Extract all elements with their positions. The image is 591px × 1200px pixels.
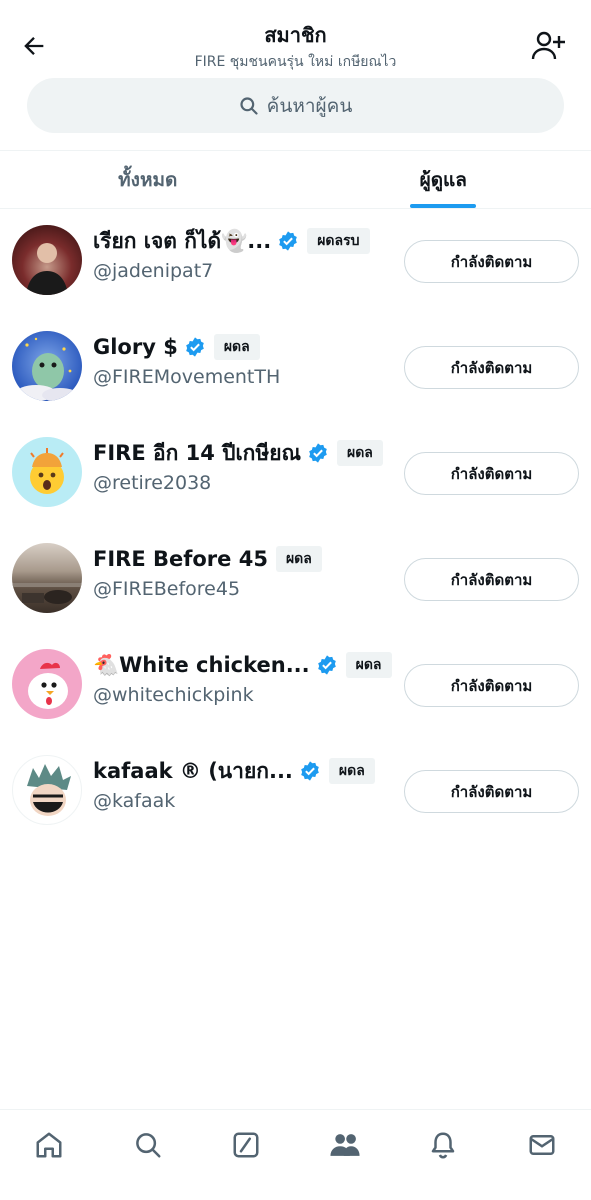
nav-explore[interactable]: [124, 1130, 172, 1178]
community-subtitle: FIRE ชุมชนคนรุ่น ใหม่ เกษียณไว: [194, 54, 397, 70]
member-handle: @FIREBefore45: [93, 578, 241, 600]
title-block: สมาชิก FIRE ชุมชนคนรุ่น ใหม่ เกษียณไว: [100, 20, 491, 72]
avatar[interactable]: [12, 543, 82, 613]
following-button[interactable]: กำลังติดตาม: [404, 664, 579, 707]
role-badge: ผดล: [328, 758, 375, 784]
member-name: kafaak ® (นายก...: [93, 758, 293, 783]
tab-moderators-label: ผู้ดูแล: [419, 168, 467, 191]
verified-badge-icon: [299, 760, 321, 782]
nav-compose[interactable]: [222, 1130, 270, 1178]
page-title: สมาชิก: [264, 23, 327, 47]
member-handle: @FIREMovementTH: [93, 366, 281, 388]
member-row[interactable]: kafaak ® (นายก... ผดล @kafaak กำลังติดตา…: [0, 740, 591, 846]
communities-icon: [330, 1134, 360, 1156]
back-arrow-icon: [24, 37, 44, 55]
header: สมาชิก FIRE ชุมชนคนรุ่น ใหม่ เกษียณไว ค้…: [0, 0, 591, 150]
add-member-button[interactable]: [529, 28, 569, 64]
verified-badge-icon: [316, 654, 338, 676]
avatar[interactable]: [12, 331, 82, 401]
member-row[interactable]: 🐔White chicken... ผดล @whitechickpink กำ…: [0, 634, 591, 740]
member-name: Glory $: [93, 335, 178, 359]
notifications-icon: [432, 1132, 455, 1159]
member-row[interactable]: FIRE Before 45 ผดล @FIREBefore45 กำลังติ…: [0, 528, 591, 634]
role-badge: ผดล: [345, 652, 392, 678]
member-list: เรียก เจต ก็ได้👻... ผดลรบ @jadenipat7 กำ…: [0, 210, 591, 846]
search-placeholder: ค้นหาผู้คน: [266, 94, 353, 117]
tab-moderators[interactable]: ผู้ดูแล: [296, 151, 591, 208]
member-name: FIRE Before 45: [93, 547, 268, 571]
verified-badge-icon: [307, 442, 329, 464]
role-badge: ผดล: [275, 546, 322, 572]
following-button[interactable]: กำลังติดตาม: [404, 558, 579, 601]
avatar[interactable]: [12, 755, 82, 825]
following-button[interactable]: กำลังติดตาม: [404, 346, 579, 389]
tab-all-label: ทั้งหมด: [118, 168, 178, 191]
member-name: เรียก เจต ก็ได้👻...: [93, 228, 272, 253]
member-handle: @kafaak: [93, 790, 176, 812]
following-button[interactable]: กำลังติดตาม: [404, 240, 579, 283]
member-name: FIRE อีก 14 ปีเกษียณ: [93, 440, 302, 465]
add-user-icon: [531, 31, 565, 60]
member-name: 🐔White chicken...: [93, 652, 310, 677]
back-button[interactable]: [18, 30, 50, 62]
home-icon: [36, 1132, 62, 1158]
verified-badge-icon: [277, 230, 299, 252]
search-icon: [135, 1133, 161, 1158]
nav-notifications[interactable]: [419, 1130, 467, 1178]
following-button[interactable]: กำลังติดตาม: [404, 452, 579, 495]
verified-badge-icon: [184, 336, 206, 358]
member-row[interactable]: เรียก เจต ก็ได้👻... ผดลรบ @jadenipat7 กำ…: [0, 210, 591, 316]
messages-icon: [529, 1135, 555, 1155]
avatar[interactable]: [12, 649, 82, 719]
member-handle: @jadenipat7: [93, 260, 214, 282]
role-badge: ผดลรบ: [307, 228, 370, 254]
member-row[interactable]: Glory $ ผดล @FIREMovementTH กำลังติดตาม: [0, 316, 591, 422]
tab-bar: ทั้งหมด ผู้ดูแล: [0, 150, 591, 209]
avatar[interactable]: [12, 225, 82, 295]
nav-communities[interactable]: [321, 1130, 369, 1178]
member-handle: @retire2038: [93, 472, 212, 494]
tab-all[interactable]: ทั้งหมด: [0, 151, 296, 208]
bottom-navigation: [0, 1109, 591, 1200]
search-icon: [240, 96, 258, 115]
active-tab-indicator: [410, 204, 477, 208]
nav-messages[interactable]: [518, 1130, 566, 1178]
member-row[interactable]: FIRE อีก 14 ปีเกษียณ ผดล @retire2038 กำล…: [0, 422, 591, 528]
role-badge: ผดล: [337, 440, 383, 466]
member-handle: @whitechickpink: [93, 684, 254, 706]
nav-home[interactable]: [25, 1130, 73, 1178]
search-input[interactable]: ค้นหาผู้คน: [27, 78, 564, 133]
role-badge: ผดล: [213, 334, 260, 360]
avatar[interactable]: [12, 437, 82, 507]
compose-icon: [233, 1132, 259, 1158]
following-button[interactable]: กำลังติดตาม: [404, 770, 579, 813]
